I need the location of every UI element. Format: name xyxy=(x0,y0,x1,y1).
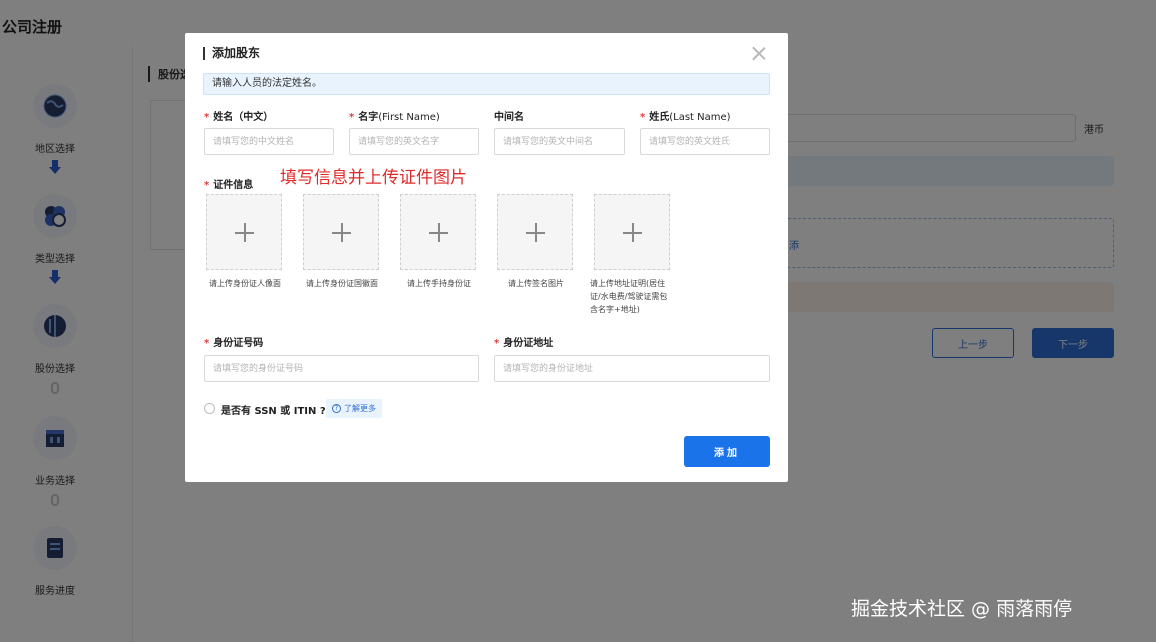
upload-caption: 请上传身份证人像面 xyxy=(209,279,281,288)
upload-id-back[interactable] xyxy=(303,194,379,270)
last-name-label-text: 姓氏 xyxy=(649,112,670,123)
first-name-input[interactable] xyxy=(349,128,479,155)
first-name-label-en: (First Name) xyxy=(378,112,440,123)
id-number-label: * 身份证号码 xyxy=(204,334,263,349)
upload-id-handheld[interactable] xyxy=(400,194,476,270)
middle-name-input[interactable] xyxy=(494,128,625,155)
learn-more-text: 了解更多 xyxy=(344,404,376,413)
learn-more-link[interactable]: ? 了解更多 xyxy=(326,399,382,418)
required-mark: * xyxy=(494,338,500,349)
upload-caption: 请上传签名图片 xyxy=(508,279,564,288)
documents-label: * 证件信息 xyxy=(204,176,253,191)
id-number-label-text: 身份证号码 xyxy=(213,338,264,349)
add-button[interactable]: 添加 xyxy=(684,436,770,467)
id-address-label: * 身份证地址 xyxy=(494,334,553,349)
first-name-label-text: 名字 xyxy=(358,112,379,123)
required-mark: * xyxy=(349,112,355,123)
ssn-label: 是否有 SSN 或 ITIN ? xyxy=(221,406,326,417)
ssn-radio[interactable] xyxy=(204,403,215,414)
upload-id-front[interactable] xyxy=(206,194,282,270)
documents-label-text: 证件信息 xyxy=(213,180,254,191)
id-address-label-text: 身份证地址 xyxy=(503,338,554,349)
upload-address-proof[interactable] xyxy=(594,194,670,270)
id-number-input[interactable] xyxy=(204,355,479,382)
middle-name-label: 中间名 xyxy=(494,112,524,123)
id-address-input[interactable] xyxy=(494,355,770,382)
upload-caption: 请上传身份证国徽面 xyxy=(306,279,378,288)
close-icon[interactable] xyxy=(751,45,767,61)
required-mark: * xyxy=(640,112,646,123)
required-mark: * xyxy=(204,180,210,191)
modal-title: 添加股东 xyxy=(203,47,260,60)
last-name-input[interactable] xyxy=(640,128,770,155)
cn-name-label: * 姓名（中文） xyxy=(204,108,273,123)
question-icon: ? xyxy=(332,404,341,413)
annotation-text: 填写信息并上传证件图片 xyxy=(280,168,467,188)
cn-name-input[interactable] xyxy=(204,128,334,155)
required-mark: * xyxy=(204,112,210,123)
watermark: 掘金技术社区 @ 雨落雨停 xyxy=(851,598,1073,620)
last-name-label: * 姓氏(Last Name) xyxy=(640,108,731,123)
required-mark: * xyxy=(204,338,210,349)
tip-bar: 请输入人员的法定姓名。 xyxy=(203,73,770,95)
upload-caption: 请上传手持身份证 xyxy=(407,279,471,288)
add-shareholder-modal: 添加股东 请输入人员的法定姓名。 * 姓名（中文） * 名字(First Name)… xyxy=(185,33,788,482)
first-name-label: * 名字(First Name) xyxy=(349,108,440,123)
last-name-label-en: (Last Name) xyxy=(669,112,731,123)
upload-caption: 请上传地址证明(居住证/水电费/驾驶证需包含名字+地址) xyxy=(590,279,668,314)
upload-signature[interactable] xyxy=(497,194,573,270)
cn-name-label-text: 姓名（中文） xyxy=(213,112,274,123)
